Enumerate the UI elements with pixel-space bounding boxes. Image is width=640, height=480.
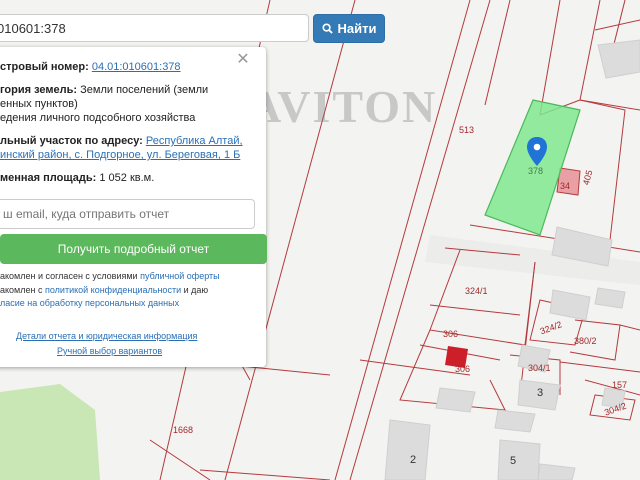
area-value: 1 052 кв.м. xyxy=(99,172,155,184)
label-1668: 1668 xyxy=(173,425,193,435)
cadastral-number-link[interactable]: 04.01:010601:378 xyxy=(92,61,181,73)
search-button[interactable]: Найти xyxy=(313,14,385,43)
label-380-2: 380/2 xyxy=(574,336,597,346)
label-513: 513 xyxy=(459,125,474,135)
agree-privacy-suffix: и даю xyxy=(183,285,209,295)
building-number-5: 5 xyxy=(510,455,516,467)
get-report-button[interactable]: Получить подробный отчет xyxy=(0,234,267,264)
email-input[interactable] xyxy=(0,199,255,229)
cadastral-number-label: стровый номер: xyxy=(0,61,89,73)
search-button-label: Найти xyxy=(337,21,377,36)
label-306-b: 306 xyxy=(455,364,470,374)
area-label: менная площадь: xyxy=(0,172,97,184)
public-offer-link[interactable]: публичной оферты xyxy=(140,271,220,281)
manual-selection-link[interactable]: Ручной выбор вариантов xyxy=(57,346,162,356)
building-number-2: 2 xyxy=(410,454,416,466)
get-report-button-label: Получить подробный отчет xyxy=(57,242,210,256)
search-input[interactable] xyxy=(0,14,309,42)
label-306-a: 306 xyxy=(443,329,458,339)
label-378: 378 xyxy=(528,166,543,176)
label-157: 157 xyxy=(612,380,627,390)
label-324-1: 324/1 xyxy=(465,286,488,296)
privacy-policy-link[interactable]: политикой конфиденциальности xyxy=(45,285,181,295)
address-link-1[interactable]: Республика Алтай, xyxy=(146,135,243,147)
report-details-link[interactable]: Детали отчета и юридическая информация xyxy=(16,331,197,341)
close-icon[interactable]: ✕ xyxy=(236,52,250,68)
address-label: льный участок по адресу: xyxy=(0,135,143,147)
label-34: 34 xyxy=(560,181,570,191)
agree-privacy-text: акомлен с xyxy=(0,285,43,295)
address-link-2[interactable]: инский район, с. Подгорное, ул. Берегова… xyxy=(0,149,240,161)
personal-data-consent-link[interactable]: ласие на обработку персональных данных xyxy=(0,298,179,308)
label-304-1: 304/1 xyxy=(528,363,551,373)
land-category-label: гория земель: xyxy=(0,84,78,96)
agree-offer-text: акомлен и согласен с условиями xyxy=(0,271,138,281)
land-category-value-2: енных пунктов) xyxy=(0,98,78,110)
land-category-value: Земли поселений (земли xyxy=(80,84,209,96)
building-number-3: 3 xyxy=(537,387,543,399)
land-use-value: едения личного подсобного хозяйства xyxy=(0,112,196,124)
search-icon xyxy=(321,23,333,34)
info-panel: ✕ стровый номер: 04.01:010601:378 гория … xyxy=(0,47,267,367)
